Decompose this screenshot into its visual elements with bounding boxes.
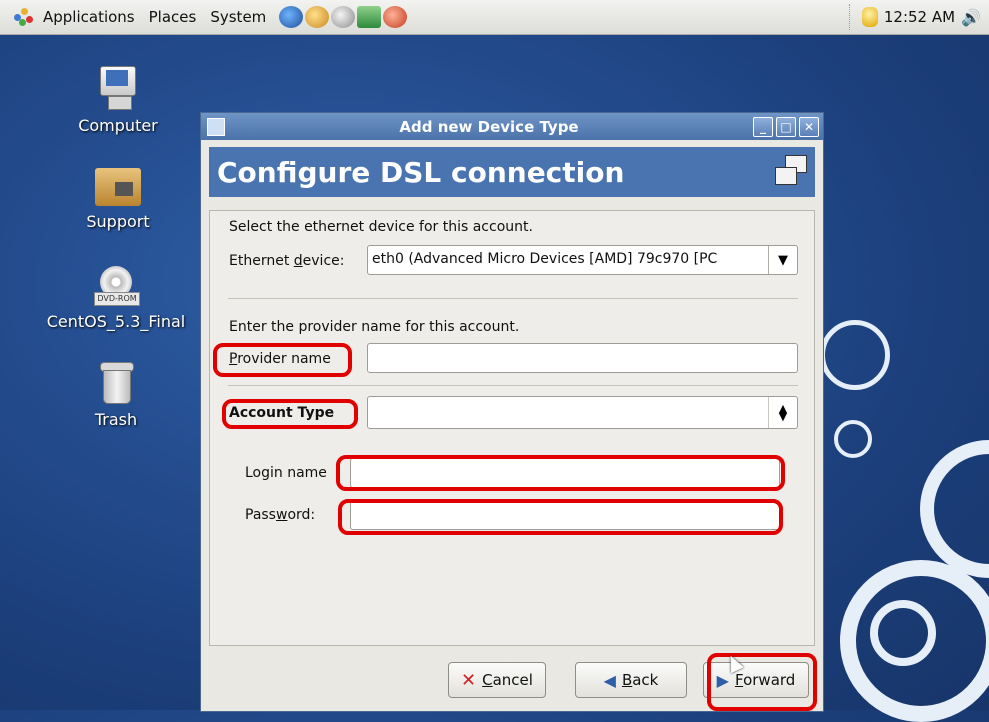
password-label: Password: [245, 507, 316, 523]
desktop-icon-support[interactable]: Support [48, 164, 188, 231]
provider-prompt: Enter the provider name for this account… [229, 319, 520, 335]
maximize-button[interactable]: □ [776, 116, 796, 137]
office-launcher-icon[interactable] [357, 6, 382, 28]
tray-separator [848, 4, 852, 30]
minimize-button[interactable]: _ [753, 116, 773, 137]
separator [228, 385, 798, 386]
top-panel: Applications Places System 12:52 AM 🔊 [0, 0, 989, 35]
login-name-label: Login name [245, 465, 327, 481]
web-browser-launcher-icon[interactable] [279, 6, 304, 28]
provider-name-input[interactable] [367, 343, 798, 373]
ethernet-device-label: Ethernet device: [229, 253, 345, 269]
desktop-icon-computer[interactable]: Computer [48, 66, 188, 135]
ethernet-device-value: eth0 (Advanced Micro Devices [AMD] 79c97… [372, 251, 718, 267]
close-button[interactable]: ✕ [799, 116, 819, 137]
annotation-highlight [707, 653, 817, 711]
desktop-icon-label: Trash [94, 410, 138, 429]
menu-system[interactable]: System [203, 8, 273, 26]
notes-launcher-icon[interactable] [331, 6, 356, 28]
desktop-icon-label: Support [86, 212, 150, 231]
cancel-label: Cancel [482, 671, 533, 689]
ethernet-prompt: Select the ethernet device for this acco… [229, 219, 533, 235]
desktop-icon-trash[interactable]: Trash [46, 362, 186, 429]
dvd-rom-icon: DVD-ROM [94, 266, 140, 306]
clock[interactable]: 12:52 AM [878, 8, 961, 26]
wizard-body: Select the ethernet device for this acco… [209, 210, 815, 646]
network-window-icon [207, 117, 225, 136]
computer-icon [98, 66, 138, 110]
desktop-icon-label: CentOS_5.3_Final [46, 312, 186, 331]
presentation-launcher-icon[interactable] [383, 6, 408, 28]
volume-icon[interactable]: 🔊 [961, 8, 981, 27]
ethernet-device-combo[interactable]: eth0 (Advanced Micro Devices [AMD] 79c97… [367, 245, 798, 275]
cancel-button[interactable]: ✕ Cancel [448, 662, 546, 698]
wizard-header: Configure DSL connection [209, 147, 815, 197]
cancel-icon: ✕ [461, 669, 477, 691]
account-type-combo[interactable]: ▲ ▼ [367, 396, 798, 429]
desktop-icon-centos-dvd[interactable]: DVD-ROM CentOS_5.3_Final [46, 266, 186, 331]
menu-applications[interactable]: Applications [36, 8, 142, 26]
annotation-highlight [338, 499, 783, 535]
dropdown-arrow-icon[interactable]: ▼ [768, 246, 797, 274]
annotation-highlight [336, 455, 785, 491]
back-label: Back [621, 671, 659, 689]
back-button[interactable]: ◀ Back [575, 662, 687, 698]
dvd-rom-badge: DVD-ROM [94, 292, 140, 306]
network-devices-icon [775, 155, 807, 187]
desktop-icon-label: Computer [78, 116, 158, 135]
separator [228, 298, 798, 299]
back-arrow-icon: ◀ [603, 670, 616, 690]
spin-arrows-icon[interactable]: ▲ ▼ [768, 397, 797, 428]
trash-icon [98, 362, 134, 404]
applications-icon [14, 8, 34, 26]
update-notifier-icon[interactable] [861, 7, 878, 27]
folder-home-icon [95, 164, 141, 206]
add-device-dialog: Add new Device Type _ □ ✕ Configure DSL … [200, 112, 824, 712]
menu-places[interactable]: Places [142, 8, 204, 26]
dialog-title: Add new Device Type [399, 117, 579, 136]
annotation-highlight [222, 399, 358, 429]
annotation-highlight [213, 343, 352, 377]
wizard-heading: Configure DSL connection [217, 155, 625, 189]
dialog-titlebar[interactable]: Add new Device Type _ □ ✕ [201, 113, 823, 140]
email-launcher-icon[interactable] [305, 6, 330, 28]
